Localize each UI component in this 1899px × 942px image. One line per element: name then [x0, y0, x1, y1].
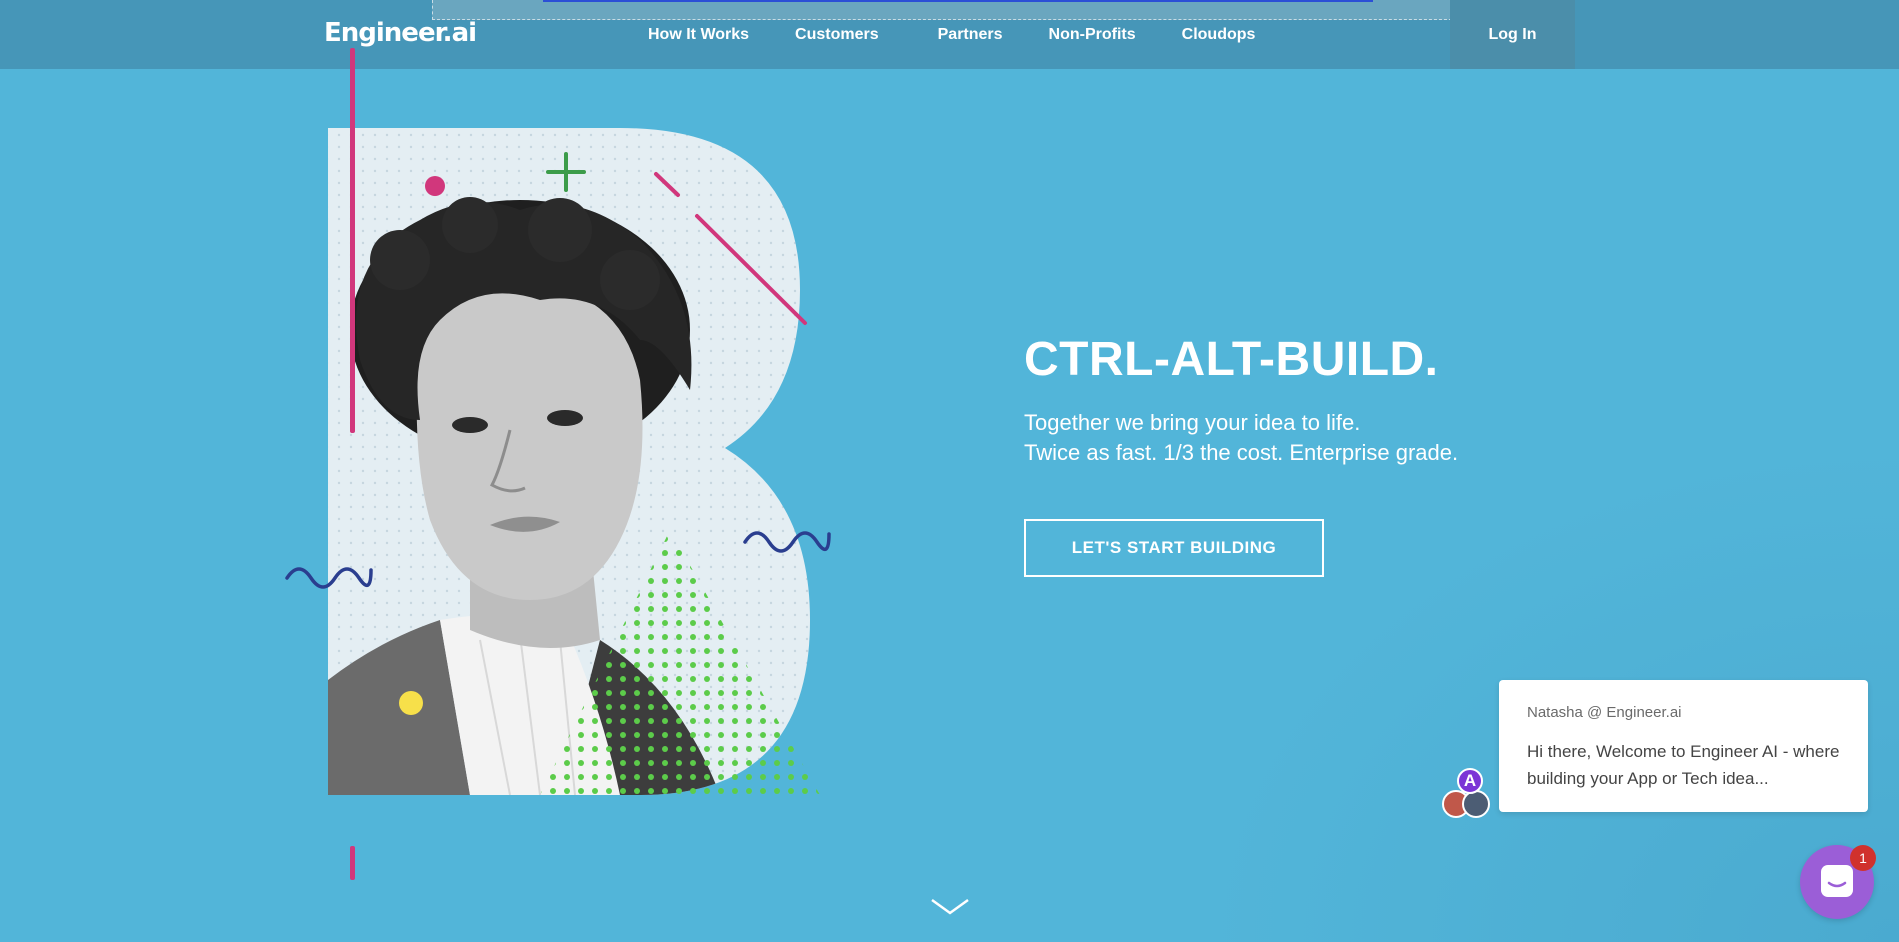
chevron-down-icon[interactable] — [930, 897, 970, 917]
hero-subtitle-line1: Together we bring your idea to life. — [1024, 410, 1361, 435]
start-building-button[interactable]: LET'S START BUILDING — [1024, 519, 1324, 577]
pink-line-bottom — [350, 846, 355, 880]
pink-line-top — [350, 48, 355, 433]
avatar-letter: A — [1457, 768, 1483, 794]
chat-sender: Natasha @ Engineer.ai — [1527, 704, 1682, 721]
avatar — [1462, 790, 1490, 818]
hero-text: CTRL-ALT-BUILD. Together we bring your i… — [1024, 330, 1624, 468]
pink-dot — [425, 176, 445, 196]
chat-preview-card[interactable]: Natasha @ Engineer.ai Hi there, Welcome … — [1499, 680, 1868, 812]
hero-subtitle: Together we bring your idea to life. Twi… — [1024, 408, 1624, 468]
yellow-dot — [399, 691, 423, 715]
unread-badge: 1 — [1850, 845, 1876, 871]
chat-message: Hi there, Welcome to Engineer AI - where… — [1527, 742, 1840, 788]
chat-avatars[interactable]: A — [1442, 768, 1498, 822]
hero-subtitle-line2: Twice as fast. 1/3 the cost. Enterprise … — [1024, 440, 1459, 465]
hero-title: CTRL-ALT-BUILD. — [1024, 333, 1439, 386]
